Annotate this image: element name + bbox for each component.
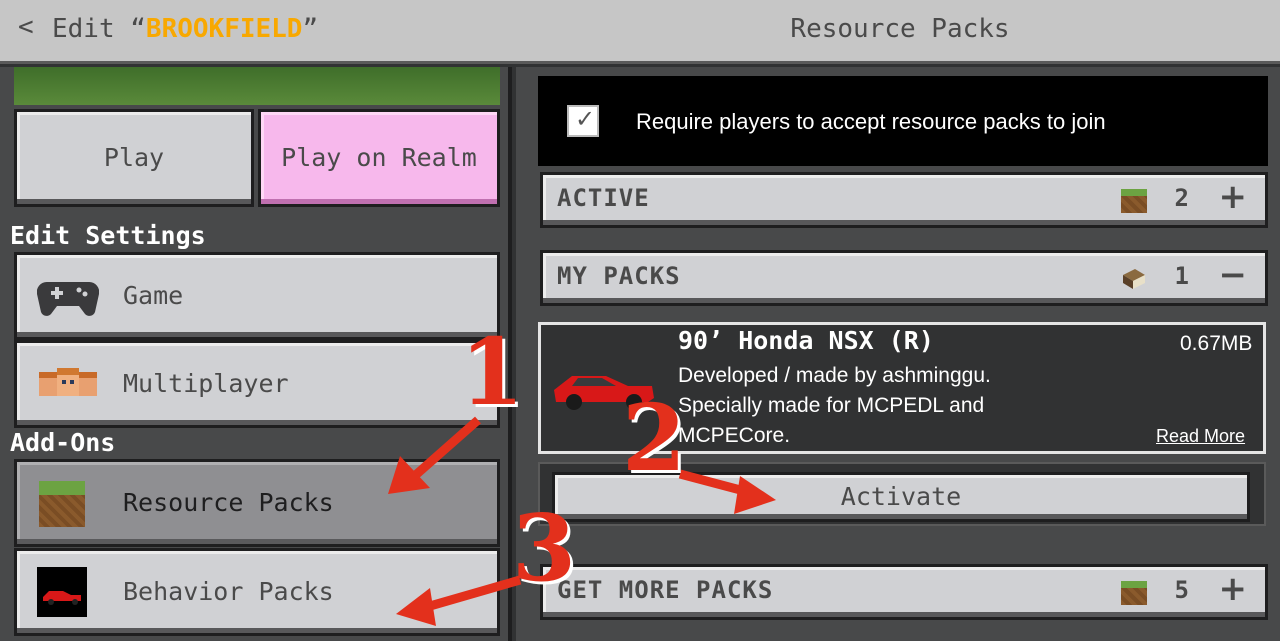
read-more-link[interactable]: Read More [1156, 426, 1245, 447]
add-ons-heading: Add-Ons [10, 428, 116, 457]
step-3-number: 3 [512, 494, 577, 602]
grass-block-icon [1121, 189, 1147, 213]
sidebar-item-multiplayer[interactable]: Multiplayer [14, 340, 500, 428]
section-count: 1 [1174, 262, 1189, 290]
top-bar: < Edit “BROOKFIELD” Resource Packs [0, 0, 1280, 64]
section-label: ACTIVE [557, 184, 650, 212]
sidebar-item-game[interactable]: Game [14, 252, 500, 340]
play-on-realm-button[interactable]: Play on Realm [258, 109, 500, 207]
play-button[interactable]: Play [14, 109, 254, 207]
edit-suffix: ” [302, 14, 319, 44]
collapse-minus-icon[interactable]: − [1219, 255, 1248, 295]
get-more-packs-section[interactable]: GET MORE PACKS 5 + [540, 564, 1268, 620]
pack-description: Developed / made by ashminggu. Specially… [678, 364, 991, 447]
pack-name: 90’ Honda NSX (R) [678, 326, 934, 355]
sidebar-item-label: Resource Packs [123, 488, 334, 517]
expand-plus-icon[interactable]: + [1219, 569, 1248, 609]
my-packs-section[interactable]: MY PACKS 1 − [540, 250, 1268, 306]
sidebar-item-behavior-packs[interactable]: Behavior Packs [14, 548, 500, 636]
grass-block-icon [39, 481, 85, 527]
grass-block-icon [1121, 581, 1147, 605]
edit-prefix: Edit “ [52, 14, 146, 44]
require-packs-checkbox[interactable]: ✓ [567, 105, 599, 137]
active-packs-section[interactable]: ACTIVE 2 + [540, 172, 1268, 228]
section-count: 5 [1174, 576, 1189, 604]
red-car-icon [37, 567, 87, 617]
book-icon [1123, 269, 1145, 289]
section-label: GET MORE PACKS [557, 576, 774, 604]
sidebar-item-label: Multiplayer [123, 369, 289, 398]
sidebar-item-label: Behavior Packs [123, 577, 334, 606]
step-2-number: 2 [622, 384, 687, 492]
sidebar-item-label: Game [123, 281, 184, 310]
page-title: Resource Packs [790, 14, 1010, 44]
require-packs-label: Require players to accept resource packs… [636, 109, 1106, 134]
step-1-number: 1 [460, 318, 525, 426]
controller-icon [37, 281, 99, 316]
back-button[interactable]: < [18, 12, 34, 42]
world-preview-image [14, 67, 500, 105]
checkmark-icon: ✓ [575, 105, 596, 133]
players-icon [39, 368, 97, 396]
world-name: BROOKFIELD [145, 14, 303, 44]
section-count: 2 [1174, 184, 1189, 212]
sidebar-item-resource-packs[interactable]: Resource Packs [14, 459, 500, 547]
pack-size: 0.67MB [1180, 332, 1253, 355]
edit-settings-heading: Edit Settings [10, 221, 206, 250]
expand-plus-icon[interactable]: + [1219, 177, 1248, 217]
section-label: MY PACKS [557, 262, 681, 290]
edit-world-title: Edit “BROOKFIELD” [52, 14, 318, 44]
